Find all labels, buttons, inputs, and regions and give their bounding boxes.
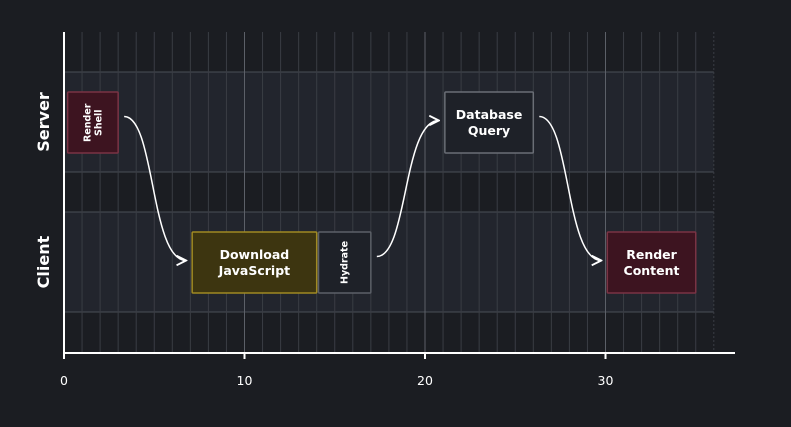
x-tick-label: 30 [597, 373, 614, 388]
waterfall-diagram: 0 10 20 30 Server Client Render Shell Download Ja… [0, 0, 791, 427]
task-label: Database Query [455, 106, 523, 138]
diagram-canvas [63, 32, 735, 359]
task-label: Render Shell [81, 103, 104, 142]
x-tick-label: 20 [417, 373, 433, 388]
task-label: Render Content [623, 246, 680, 278]
task-label: Hydrate [339, 240, 351, 285]
lane-label-server: Server [34, 92, 53, 152]
x-tick-label: 10 [236, 373, 253, 388]
x-tick-label: 0 [60, 373, 68, 388]
task-label: Download JavaScript [218, 246, 291, 278]
lane-label-client: Client [34, 235, 53, 289]
